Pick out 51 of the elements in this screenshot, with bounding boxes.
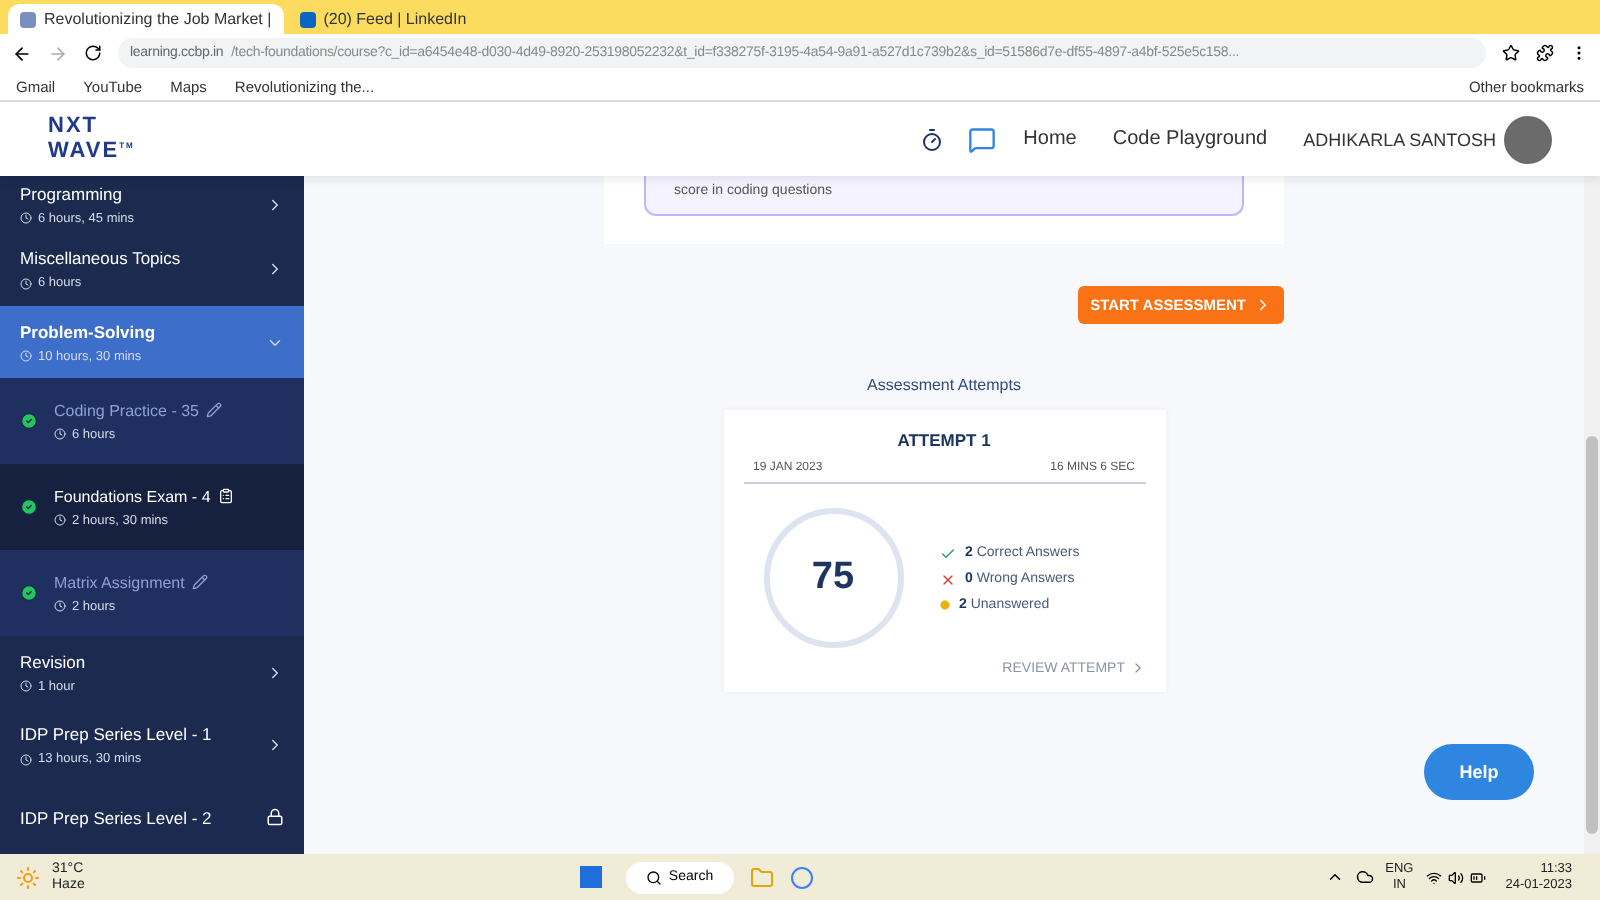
chevron-right-icon — [266, 195, 284, 214]
stopwatch-icon — [919, 127, 944, 151]
puzzle-icon — [1536, 44, 1554, 62]
dot-icon — [939, 599, 949, 609]
check-icon — [939, 545, 955, 561]
check-circle-icon — [20, 412, 38, 431]
score-ring: 75 — [763, 508, 903, 648]
clock-icon — [20, 350, 32, 363]
sidebar-item[interactable]: IDP Prep Series Level - 2 — [0, 781, 304, 854]
help-button[interactable]: Help — [1424, 744, 1534, 800]
check-circle-icon — [20, 584, 38, 603]
cloud-icon — [1355, 868, 1374, 886]
clock-icon — [20, 680, 32, 693]
cross-icon — [939, 571, 955, 587]
battery-icon — [1469, 869, 1486, 885]
clipboard-icon — [218, 488, 235, 505]
section-title: Assessment Attempts — [867, 376, 1021, 394]
reload-icon — [84, 44, 102, 62]
star-icon — [1502, 44, 1520, 62]
back-icon — [12, 43, 32, 63]
folder-icon — [749, 865, 774, 889]
chevron-right-icon — [266, 736, 284, 755]
scrollbar-thumb[interactable] — [1586, 436, 1598, 834]
check-circle-icon — [20, 498, 38, 517]
nav-link[interactable]: Home — [1023, 128, 1077, 150]
chevron-right-icon — [266, 260, 284, 279]
clock-icon — [54, 428, 66, 441]
sun-icon — [16, 865, 40, 889]
caret-up-icon — [1325, 868, 1344, 886]
volume-icon — [1447, 869, 1464, 885]
lock-icon — [266, 808, 284, 827]
chevron-right-icon — [1254, 296, 1272, 314]
wifi-icon — [1425, 869, 1442, 885]
chevron-right-icon — [266, 663, 284, 682]
pencil-icon — [192, 574, 209, 591]
start-icon[interactable] — [580, 866, 603, 888]
clock-icon — [20, 277, 32, 290]
search-icon — [646, 869, 663, 885]
browser-tab[interactable]: Revolutionizing the Job Market | — [8, 4, 284, 34]
forward-icon — [48, 43, 68, 63]
avatar[interactable] — [1504, 115, 1552, 163]
browser-tab[interactable]: (20) Feed | LinkedIn — [287, 4, 518, 34]
clock-icon — [20, 212, 32, 225]
pencil-icon — [206, 402, 223, 419]
clock-icon — [20, 753, 32, 766]
attempt-title: ATTEMPT 1 — [895, 430, 993, 450]
user-name[interactable]: ADHIKARLA SANTOSH — [1303, 129, 1496, 149]
chat-icon — [967, 125, 996, 153]
clock-icon — [54, 600, 66, 613]
clock-icon — [54, 514, 66, 527]
nav-link[interactable]: Code Playground — [1112, 128, 1268, 150]
